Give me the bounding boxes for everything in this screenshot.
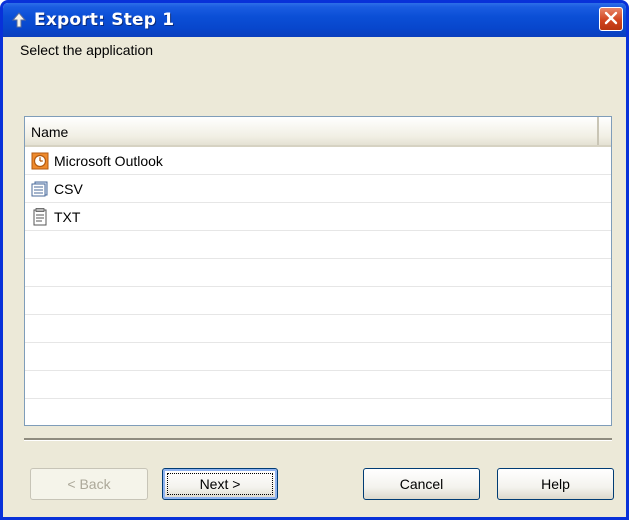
list-header: Name [25,117,611,147]
close-button[interactable] [599,7,623,31]
application-list[interactable]: Name Microsoft Outlook CSV TXT [24,116,612,426]
back-button[interactable]: < Back [30,468,148,500]
list-item-microsoft-outlook[interactable]: Microsoft Outlook [25,147,611,175]
empty-row [25,259,611,287]
list-item-csv[interactable]: CSV [25,175,611,203]
empty-row [25,231,611,259]
empty-row [25,399,611,425]
empty-row [25,343,611,371]
next-button[interactable]: Next > [162,468,278,500]
instruction-label: Select the application [20,42,154,58]
window-title: Export: Step 1 [34,10,175,30]
csv-file-icon [31,180,49,198]
empty-row [25,371,611,399]
title-bar[interactable]: Export: Step 1 [3,3,626,37]
list-body: Microsoft Outlook CSV TXT [25,147,611,425]
column-header-label: Name [31,124,69,140]
column-header-name[interactable]: Name [25,117,599,145]
list-item-txt[interactable]: TXT [25,203,611,231]
outlook-clock-icon [31,152,49,170]
txt-file-icon [31,207,49,226]
list-item-label: Microsoft Outlook [54,152,163,169]
up-arrow-icon [12,12,26,28]
divider [24,438,612,441]
empty-row [25,287,611,315]
empty-row [25,315,611,343]
close-icon [604,10,618,29]
help-button[interactable]: Help [497,468,614,500]
list-item-label: TXT [54,208,81,225]
list-item-label: CSV [54,180,83,197]
focus-rectangle [167,473,273,495]
cancel-button[interactable]: Cancel [363,468,480,500]
